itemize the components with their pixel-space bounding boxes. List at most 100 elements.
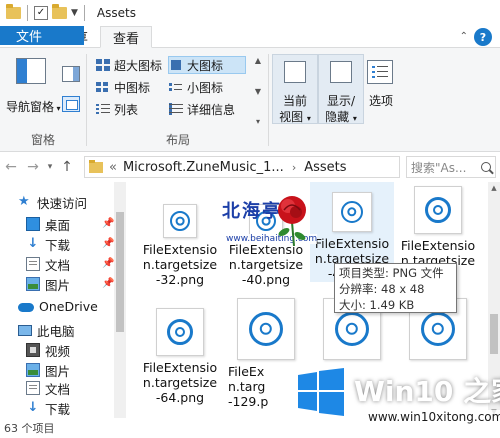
- file-thumbnail: [163, 204, 197, 238]
- extra-large-icons-icon: [96, 59, 110, 71]
- download-icon: ↓: [27, 236, 39, 251]
- nav-quick-access[interactable]: ★ 快速访问: [18, 192, 87, 212]
- title-bar: ✓ ▼ Assets: [0, 0, 500, 26]
- medium-icons-icon: [96, 81, 110, 93]
- onedrive-icon: [18, 303, 34, 312]
- chevron-down-icon: ▾: [306, 114, 311, 123]
- nav-documents[interactable]: 文档: [26, 254, 70, 274]
- tab-file[interactable]: 文件: [0, 26, 84, 45]
- file-thumbnail: [156, 308, 204, 356]
- layout-list[interactable]: 列表: [96, 100, 138, 118]
- pictures-icon: [26, 363, 40, 377]
- chevron-down-icon: ▾: [54, 104, 61, 113]
- panes-group: 导航窗格 ▾ 窗格: [0, 48, 86, 152]
- current-view-button[interactable]: 当前 视图 ▾: [272, 54, 318, 124]
- preview-pane-icon[interactable]: [62, 66, 80, 82]
- videos-icon: [26, 343, 40, 357]
- file-item[interactable]: FileExtensio n.targetsize -64.png: [138, 304, 222, 405]
- music-disc-icon: [249, 312, 283, 346]
- music-disc-icon: [421, 312, 455, 346]
- tab-view[interactable]: 查看: [100, 26, 153, 48]
- chevron-up-icon[interactable]: ▲: [255, 56, 261, 65]
- chevron-right-icon[interactable]: ›: [292, 161, 296, 174]
- details-pane-icon[interactable]: [62, 96, 80, 112]
- item-count: 63 个项目: [4, 422, 55, 435]
- customize-toolbar-chevron-icon[interactable]: ▼: [71, 8, 78, 18]
- layout-medium-icons[interactable]: 中图标: [96, 78, 150, 96]
- folder-icon: [6, 4, 21, 19]
- navigation-pane-button[interactable]: 导航窗格 ▾: [6, 54, 62, 124]
- nav-pictures[interactable]: 图片: [26, 274, 70, 294]
- show-hide-icon: [330, 61, 352, 83]
- help-icon[interactable]: ?: [474, 28, 492, 46]
- nav-this-pc[interactable]: 此电脑: [18, 320, 75, 340]
- pin-icon: 📌: [102, 238, 115, 249]
- nav-videos[interactable]: 视频: [26, 340, 70, 360]
- properties-icon[interactable]: ✓: [34, 6, 48, 20]
- layout-group-label: 布局: [165, 133, 190, 147]
- nav-scrollbar[interactable]: [114, 182, 126, 418]
- music-disc-icon: [170, 211, 190, 231]
- layout-small-icons[interactable]: 小图标: [169, 78, 223, 96]
- more-icon[interactable]: ▾: [256, 117, 260, 126]
- tooltip-resolution: 分辨率: 48 x 48: [339, 282, 425, 296]
- file-list-scrollbar-thumb[interactable]: [490, 314, 498, 354]
- layout-extra-large-icons[interactable]: 超大图标: [96, 56, 162, 74]
- new-folder-icon[interactable]: [52, 4, 67, 19]
- quick-access-toolbar: ✓ ▼: [0, 4, 87, 21]
- win10-watermark: Win10 之家 www.win10xitong.com: [284, 360, 500, 438]
- rose-logo: [278, 196, 306, 246]
- options-button[interactable]: 选项: [358, 54, 404, 124]
- chevron-down-icon: ▾: [352, 114, 357, 123]
- file-item[interactable]: FileExtensio n.targetsize: [396, 182, 480, 268]
- list-icon: [96, 103, 110, 115]
- folder-icon: [89, 159, 103, 173]
- pictures-icon: [26, 277, 40, 291]
- navigation-pane-icon: [16, 58, 46, 84]
- nav-downloads[interactable]: ↓ 下载: [26, 234, 70, 254]
- ribbon-view: 导航窗格 ▾ 窗格 布局 超大图标 大图标 中图标 小图标 列表 详细信息 ▲ …: [0, 48, 500, 152]
- options-icon: [367, 60, 393, 84]
- file-info-tooltip: 项目类型: PNG 文件 分辨率: 48 x 48 大小: 1.49 KB: [334, 263, 457, 313]
- window-title: Assets: [96, 6, 136, 20]
- desktop-icon: [26, 217, 40, 231]
- recent-locations-chevron-icon[interactable]: ▾: [44, 162, 56, 172]
- search-input[interactable]: 搜索"As...: [406, 156, 496, 178]
- breadcrumb-parent[interactable]: Microsoft.ZuneMusic_1...: [123, 160, 284, 175]
- nav-pc-pictures[interactable]: 图片: [26, 360, 70, 380]
- panes-group-label: 窗格: [30, 133, 55, 147]
- music-disc-icon: [341, 201, 363, 223]
- nav-desktop[interactable]: 桌面: [26, 214, 70, 234]
- small-icons-icon: [169, 81, 183, 93]
- up-arrow-icon[interactable]: ↑: [56, 159, 78, 175]
- this-pc-icon: [18, 324, 32, 336]
- nav-pc-downloads[interactable]: ↓ 下载: [26, 398, 70, 418]
- forward-arrow-icon[interactable]: →: [22, 159, 44, 175]
- collapse-ribbon-chevron-icon[interactable]: ⌃: [460, 26, 468, 47]
- layout-large-icons[interactable]: 大图标: [168, 56, 246, 74]
- details-icon: [169, 103, 183, 115]
- nav-pc-documents[interactable]: 文档: [26, 378, 70, 398]
- breadcrumb-current[interactable]: Assets: [304, 160, 346, 175]
- chevron-up-icon[interactable]: ▲: [488, 184, 500, 192]
- address-path[interactable]: « Microsoft.ZuneMusic_1... › Assets: [84, 156, 400, 178]
- download-icon: ↓: [27, 400, 39, 415]
- back-arrow-icon[interactable]: ←: [0, 159, 22, 175]
- music-disc-icon: [167, 319, 193, 345]
- file-thumbnail: [332, 192, 372, 232]
- layout-scroller[interactable]: ▲ ▼ ▾: [252, 56, 264, 126]
- file-item[interactable]: FileExtensio n.targetsize -32.png: [138, 190, 222, 287]
- nav-scrollbar-thumb[interactable]: [116, 212, 124, 332]
- music-disc-icon: [335, 312, 369, 346]
- navigation-pane: ★ 快速访问 桌面 📌 ↓ 下载 📌 文档 📌 图片 📌 OneDrive 此电…: [0, 182, 126, 418]
- documents-icon: [26, 381, 40, 395]
- layout-details[interactable]: 详细信息: [169, 100, 235, 118]
- tooltip-type: 项目类型: PNG 文件: [339, 266, 444, 280]
- win10-url: www.win10xitong.com: [366, 410, 500, 424]
- chevron-down-icon[interactable]: ▼: [255, 87, 261, 96]
- nav-onedrive[interactable]: OneDrive: [18, 296, 98, 316]
- address-bar: ← → ▾ ↑ « Microsoft.ZuneMusic_1... › Ass…: [0, 152, 500, 182]
- file-thumbnail: [414, 186, 462, 234]
- pin-icon: 📌: [102, 258, 115, 269]
- overflow-icon[interactable]: «: [109, 160, 117, 175]
